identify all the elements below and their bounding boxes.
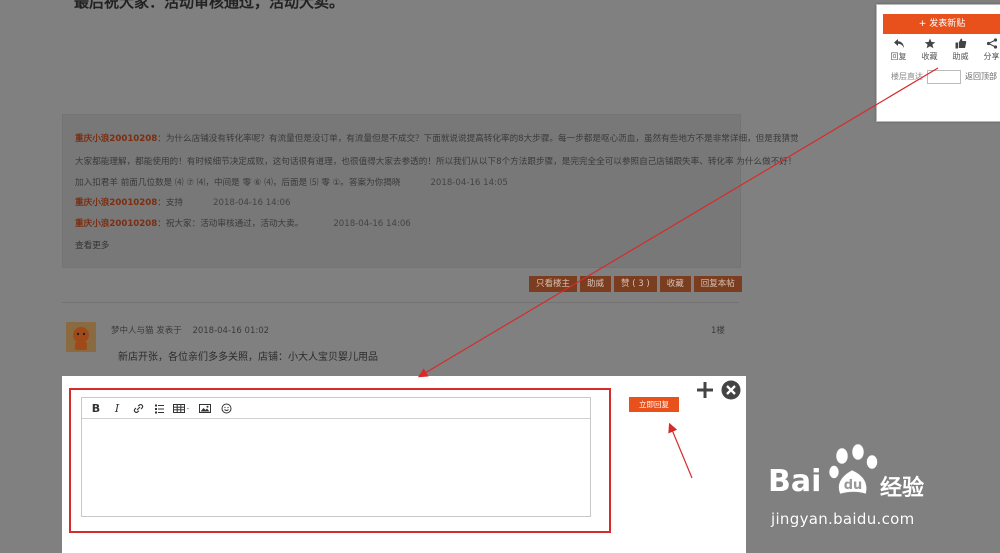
favorite-button[interactable]: 收藏 (659, 276, 691, 292)
reply-post-button[interactable]: 回复本帖 (693, 276, 742, 292)
posted-label: 发表于 (156, 326, 182, 336)
float-favorite-button[interactable]: 收藏 (914, 38, 945, 62)
jump-floor-input[interactable] (927, 70, 961, 84)
post-content: 新店开张，各位亲们多多关照，店铺：小大人宝贝婴儿用品 (118, 352, 378, 363)
baidu-watermark: Bai du 经验 jingyan.baidu.com (768, 440, 1000, 553)
cheer-button[interactable]: 助威 (580, 276, 612, 292)
comments-box: 重庆小浪20010208：为什么店铺没有转化率呢？有流量但是没订单，有流量但是不… (62, 114, 799, 268)
comment-time: 2018-04-16 14:06 (333, 219, 411, 229)
jump-floor-label: 楼层直达 (891, 72, 923, 81)
comment-item: 重庆小浪20010208：祝大家：活动审核通过，活动大卖。 2018-04-16 … (75, 217, 411, 229)
float-action-label: 分享 (983, 52, 1000, 61)
submit-reply-button[interactable]: 立即回复 (629, 397, 679, 412)
comment-user[interactable]: 重庆小浪20010208 (75, 134, 157, 144)
post-meta: 梦中人与猫 发表于 2018-04-16 01:02 (111, 324, 269, 336)
comment-text: 加入扣君羊 前面几位数是 ⑷ ⑦ ⑷，中间是 零 ⑥ ⑷，后面是 ⑸ 零 ①。答… (75, 178, 401, 188)
comment-text: ：为什么店铺没有转化率呢？有流量但是没订单，有流量但是不成交？下面就说说提高转化… (157, 134, 799, 144)
new-post-button[interactable]: + 发表新贴 (883, 14, 1000, 34)
more-comments-link[interactable]: 查看更多 (75, 239, 109, 251)
float-actions: 回复 收藏 助威 分享 (883, 38, 1000, 62)
watermark-jingyan: 经验 (880, 476, 925, 501)
post-author[interactable]: 梦中人与猫 (111, 326, 154, 336)
comment-user[interactable]: 重庆小浪20010208 (75, 198, 157, 208)
reply-icon (893, 39, 904, 48)
thumb-up-icon (955, 38, 966, 49)
float-cheer-button[interactable]: 助威 (945, 38, 976, 62)
star-icon (924, 38, 935, 49)
comment-time: 2018-04-16 14:06 (213, 198, 291, 208)
comment-text-line: 加入扣君羊 前面几位数是 ⑷ ⑦ ⑷，中间是 零 ⑥ ⑷，后面是 ⑸ 零 ①。答… (75, 176, 508, 188)
post-date: 2018-04-16 01:02 (192, 326, 270, 336)
close-icon[interactable] (721, 380, 741, 400)
only-author-button[interactable]: 只看楼主 (529, 276, 578, 292)
comment-time: 2018-04-16 14:05 (430, 178, 508, 188)
divider (62, 302, 739, 303)
watermark-url: jingyan.baidu.com (771, 510, 915, 528)
float-action-label: 回复 (890, 52, 907, 61)
float-action-label: 收藏 (921, 52, 938, 61)
comment-item: 重庆小浪20010208：为什么店铺没有转化率呢？有流量但是没订单，有流量但是不… (75, 132, 799, 144)
floating-toolbar: + 发表新贴 回复 收藏 助威 分享 楼层直达 返回顶部 (876, 4, 1000, 122)
back-to-top-link[interactable]: 返回顶部 (965, 71, 997, 82)
share-icon (986, 38, 997, 49)
post-action-bar: 只看楼主 助威 赞 ( 3 ) 收藏 回复本帖 (529, 276, 742, 292)
comment-item: 重庆小浪20010208：支持 2018-04-16 14:06 (75, 196, 290, 208)
avatar-image (66, 322, 96, 352)
paw-logo-icon: du (828, 444, 878, 495)
comment-text: ：支持 (157, 198, 184, 208)
expand-plus-icon[interactable] (695, 380, 715, 400)
float-reply-button[interactable]: 回复 (883, 38, 914, 62)
comment-user[interactable]: 重庆小浪20010208 (75, 219, 157, 229)
comment-text-line: 大家都能理解，都能使用的！有时候细节决定成败，这句话很有道理，也很值得大家去参透… (75, 157, 797, 167)
avatar[interactable] (66, 322, 96, 352)
float-action-label: 助威 (952, 52, 969, 61)
svg-text:du: du (844, 478, 863, 493)
watermark-brand: Bai (768, 464, 822, 499)
float-share-button[interactable]: 分享 (976, 38, 1000, 62)
reply-panel: B I 立即回复 (62, 376, 746, 553)
like-button[interactable]: 赞 ( 3 ) (614, 276, 657, 292)
comment-text: ：祝大家：活动审核通过，活动大卖。 (157, 219, 304, 229)
floor-number: 1楼 (711, 326, 725, 336)
annotation-highlight-box (69, 388, 611, 533)
post-heading: 最后祝大家：活动审核通过，活动大卖。 (74, 0, 345, 11)
